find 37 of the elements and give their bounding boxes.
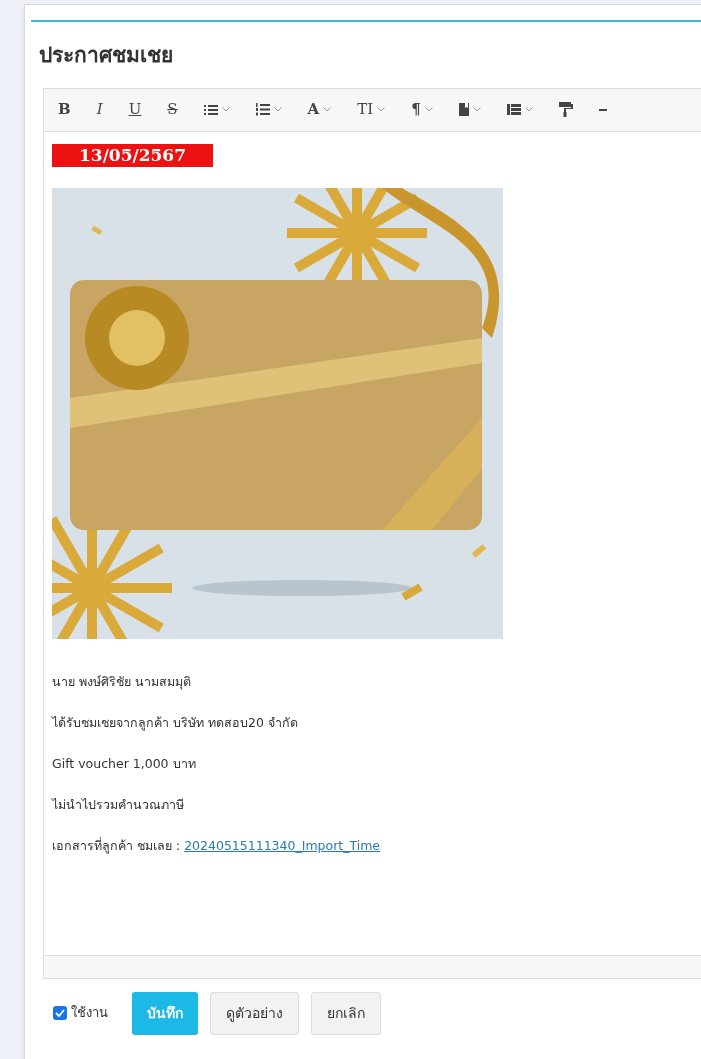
caret-icon xyxy=(323,107,332,112)
toolbar-button[interactable]: I xyxy=(96,98,103,121)
paragraph: ไม่นำไปรวมคำนวณภาษี xyxy=(52,795,185,814)
bookmark-icon xyxy=(458,103,469,116)
toolbar-button[interactable]: U xyxy=(128,98,142,121)
toolbar-button[interactable]: B xyxy=(58,98,71,121)
caret-icon xyxy=(221,107,230,112)
caret-icon xyxy=(273,107,282,112)
date-label: 13/05/2567 xyxy=(52,143,213,167)
form-button[interactable]: ยกเลิก xyxy=(311,991,381,1035)
paragraph: นาย พงษ์ศิริชัย นามสมมุติ xyxy=(52,672,192,691)
toolbar-button[interactable] xyxy=(506,104,533,115)
checkbox-label: ใช้งาน xyxy=(71,1004,108,1023)
toolbar-button[interactable] xyxy=(558,102,573,117)
toolbar-button[interactable]: TI xyxy=(357,98,386,121)
bullet-list-icon xyxy=(203,103,218,116)
numbered-list-icon xyxy=(255,103,270,116)
caret-icon xyxy=(377,107,386,112)
document-link[interactable]: 20240515111340_Import_Time xyxy=(184,837,381,853)
page-title: ประกาศชมเชย xyxy=(39,42,174,69)
paragraph: ได้รับชมเชยจากลูกค้า บริษัท ทดสอบ20 จำกัด xyxy=(52,713,299,732)
caret-icon xyxy=(424,107,433,112)
check-icon xyxy=(55,1009,65,1017)
toolbar-button[interactable]: ¶ xyxy=(411,98,433,121)
toolbar-button[interactable]: S xyxy=(167,98,178,121)
toolbar-button[interactable] xyxy=(255,103,282,116)
paint-roller-icon xyxy=(558,102,573,117)
paragraph: Gift voucher 1,000 บาท xyxy=(52,754,197,773)
form-button[interactable]: ดูตัวอย่าง xyxy=(210,991,299,1035)
table-icon xyxy=(506,104,521,115)
toolbar-button[interactable] xyxy=(203,103,230,116)
caret-icon xyxy=(524,107,533,112)
toolbar-button[interactable]: A xyxy=(307,98,332,121)
caret-icon xyxy=(472,107,481,112)
paragraph: เอกสารที่ลูกค้า ชมเลย : 20240515111340_Import_Time xyxy=(52,836,382,855)
active-checkbox[interactable] xyxy=(53,1006,67,1020)
toolbar-button[interactable] xyxy=(458,103,481,116)
